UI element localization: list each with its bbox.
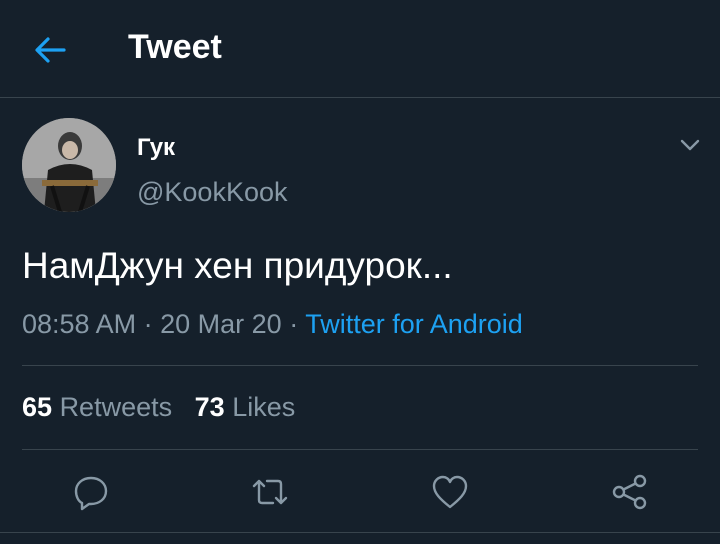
reply-icon bbox=[74, 476, 108, 511]
author-handle[interactable]: @KookKook bbox=[137, 177, 288, 208]
share-icon bbox=[612, 474, 647, 510]
divider bbox=[22, 365, 698, 366]
reply-button[interactable] bbox=[71, 472, 111, 512]
retweet-icon bbox=[252, 479, 288, 505]
author-display-name[interactable]: Гук bbox=[137, 134, 175, 162]
more-options-button[interactable] bbox=[676, 133, 704, 157]
divider bbox=[0, 532, 720, 533]
retweets-count: 65 bbox=[22, 392, 53, 422]
retweets-label: Retweets bbox=[59, 392, 173, 422]
page-title: Tweet bbox=[128, 28, 222, 66]
likes-label: Likes bbox=[232, 392, 296, 422]
arrow-left-icon bbox=[35, 37, 66, 63]
chevron-down-icon bbox=[680, 139, 700, 151]
tweet-source-link[interactable]: Twitter for Android bbox=[305, 309, 523, 339]
meta-separator: · bbox=[143, 309, 153, 339]
tweet-meta: 08:58 AM · 20 Mar 20 · Twitter for Andro… bbox=[22, 309, 523, 340]
retweets-stat[interactable]: 65 Retweets bbox=[22, 392, 172, 422]
tweet-stats: 65 Retweets 73 Likes bbox=[22, 392, 295, 423]
top-bar: Tweet bbox=[0, 0, 720, 98]
action-bar bbox=[0, 460, 720, 520]
divider bbox=[22, 449, 698, 450]
likes-count: 73 bbox=[194, 392, 225, 422]
heart-icon bbox=[432, 475, 468, 509]
meta-separator: · bbox=[289, 309, 299, 339]
avatar-photo bbox=[22, 118, 116, 212]
likes-stat[interactable]: 73 Likes bbox=[195, 392, 296, 422]
back-button[interactable] bbox=[30, 32, 70, 68]
retweet-button[interactable] bbox=[250, 472, 290, 512]
share-button[interactable] bbox=[610, 472, 650, 512]
like-button[interactable] bbox=[430, 472, 470, 512]
tweet-text: НамДжун хен придурок... bbox=[22, 245, 453, 286]
tweet-time: 08:58 AM bbox=[22, 309, 137, 339]
avatar[interactable] bbox=[22, 118, 116, 212]
tweet-date: 20 Mar 20 bbox=[160, 309, 282, 339]
